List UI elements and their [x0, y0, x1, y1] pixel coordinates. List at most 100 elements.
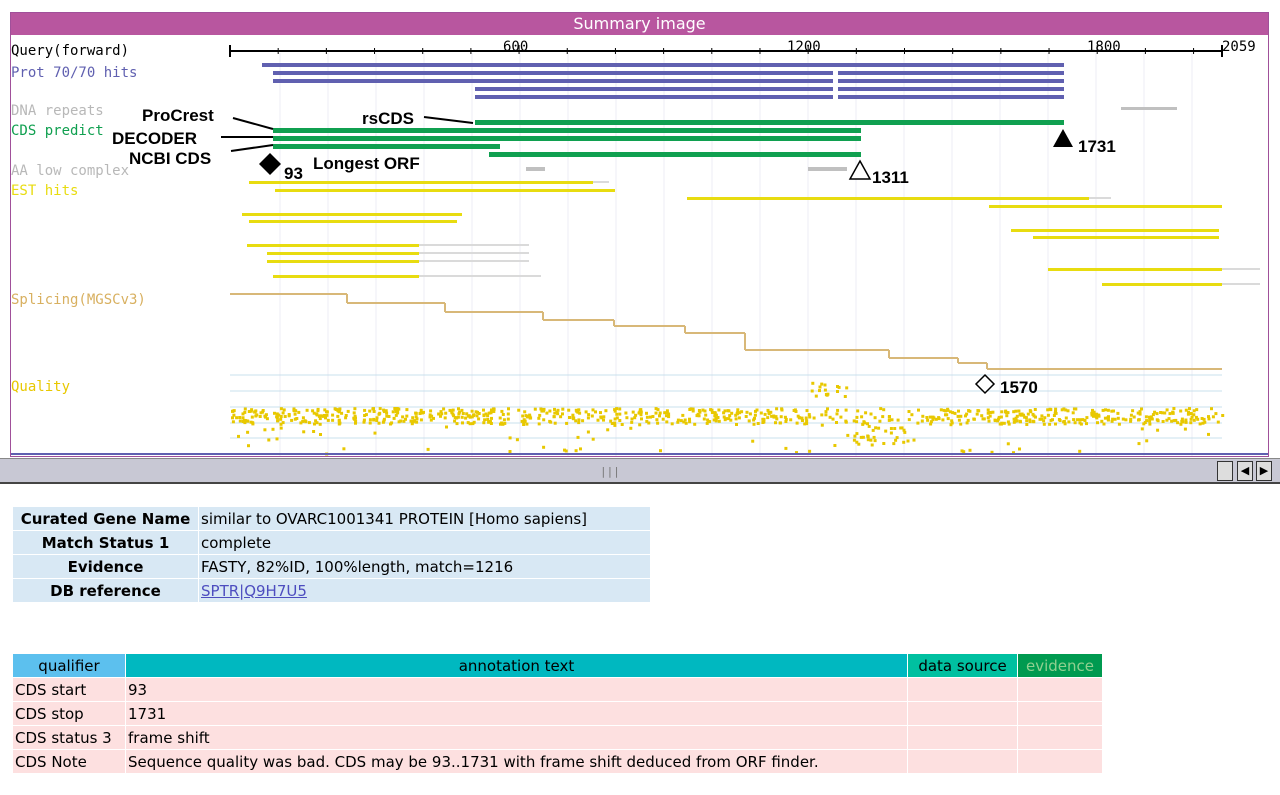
quality-dot [735, 423, 738, 426]
quality-dot [1188, 407, 1191, 411]
quality-dot [624, 411, 628, 415]
quality-dot [1085, 422, 1088, 426]
quality-dot [461, 412, 465, 415]
quality-dot [784, 417, 788, 421]
quality-dot [890, 418, 894, 422]
quality-dot [613, 423, 617, 427]
quality-dot [740, 410, 744, 414]
quality-dot [805, 419, 809, 423]
quality-dot [1028, 420, 1032, 424]
est-hit-bar [1048, 268, 1222, 271]
quality-dot [590, 414, 594, 418]
quality-dot [263, 428, 267, 432]
quality-dot [472, 420, 476, 424]
quality-dot [962, 450, 966, 454]
quality-dot [1168, 412, 1172, 416]
quality-dot [499, 422, 502, 426]
quality-dot [986, 408, 990, 412]
quality-dot [409, 419, 413, 423]
quality-dot [1190, 415, 1194, 419]
quality-dot [855, 440, 859, 444]
quality-dot [702, 417, 706, 421]
quality-dot [1015, 414, 1019, 418]
quality-dot [767, 412, 771, 416]
quality-dot [1040, 414, 1044, 418]
quality-dot [1203, 420, 1207, 424]
quality-dot [542, 418, 546, 422]
quality-dot [814, 394, 818, 398]
quality-dot [1106, 416, 1110, 419]
quality-dot [912, 438, 916, 442]
quality-dot [801, 418, 805, 422]
quality-dot [1165, 408, 1169, 412]
quality-dot [968, 448, 972, 452]
quality-dot [414, 411, 418, 415]
quality-dot [916, 421, 920, 425]
quality-dot [387, 415, 391, 418]
quality-dot [279, 417, 283, 421]
quality-dot [701, 408, 705, 412]
quality-dot [457, 412, 461, 416]
gene-info-key: Evidence [12, 554, 199, 579]
quality-dot [946, 417, 950, 421]
quality-dot [729, 418, 733, 422]
quality-dot [342, 447, 346, 451]
track-label-aa-low-complex: AA low complex [11, 163, 130, 179]
quality-dot [1221, 414, 1225, 417]
horizontal-scrollbar[interactable]: ||| ◀ ▶ [0, 458, 1280, 484]
quality-dot [442, 407, 446, 411]
scroll-grip-icon[interactable]: ||| [600, 465, 620, 478]
quality-dot [340, 411, 344, 415]
quality-dot [410, 422, 414, 426]
quality-dot [475, 414, 479, 418]
quality-dot [839, 415, 843, 419]
quality-dot [372, 407, 375, 411]
quality-dot [325, 413, 329, 417]
quality-dot [249, 420, 253, 424]
quality-dot [317, 414, 321, 418]
quality-dot [246, 430, 250, 434]
quality-dot [1071, 411, 1075, 415]
quality-dot [337, 418, 341, 422]
est-hit-bar [1033, 236, 1219, 239]
quality-dot [665, 409, 669, 413]
quality-dot [498, 416, 502, 420]
quality-dot [889, 431, 893, 435]
quality-dot [1043, 416, 1047, 420]
quality-dot [363, 414, 367, 417]
scroll-left-icon[interactable]: ◀ [1237, 461, 1253, 481]
marker-label-93: 93 [284, 164, 303, 183]
protein-hit-bar [475, 95, 833, 99]
quality-dot [762, 417, 766, 421]
quality-dot [563, 448, 566, 452]
quality-dot [965, 421, 969, 425]
quality-dot [1072, 418, 1076, 422]
quality-dot [752, 422, 756, 426]
quality-dot [761, 421, 765, 424]
quality-dot [860, 415, 864, 419]
quality-dot [981, 417, 985, 421]
db-reference-link[interactable]: SPTR|Q9H7U5 [201, 582, 307, 600]
quality-dot [1144, 415, 1148, 419]
quality-dot [1046, 413, 1050, 417]
quality-dot [275, 412, 279, 416]
quality-dot [1148, 419, 1152, 423]
quality-dot [710, 408, 714, 412]
quality-dot [931, 415, 935, 419]
quality-dot [1184, 418, 1188, 422]
quality-dot [1029, 410, 1033, 414]
quality-dot [820, 382, 824, 386]
quality-dot [549, 420, 553, 424]
quality-dot [639, 410, 643, 414]
track-label-dna-repeats: DNA repeats [11, 103, 104, 119]
quality-dot [1116, 411, 1120, 415]
scroll-right-icon[interactable]: ▶ [1256, 461, 1272, 481]
quality-dot [1054, 407, 1058, 411]
quality-dot [399, 419, 403, 423]
quality-dot [753, 413, 757, 417]
quality-dot [656, 421, 660, 425]
quality-dot [1097, 414, 1101, 418]
quality-dot [577, 421, 581, 425]
quality-dot [267, 438, 271, 442]
quality-dot [980, 414, 984, 418]
